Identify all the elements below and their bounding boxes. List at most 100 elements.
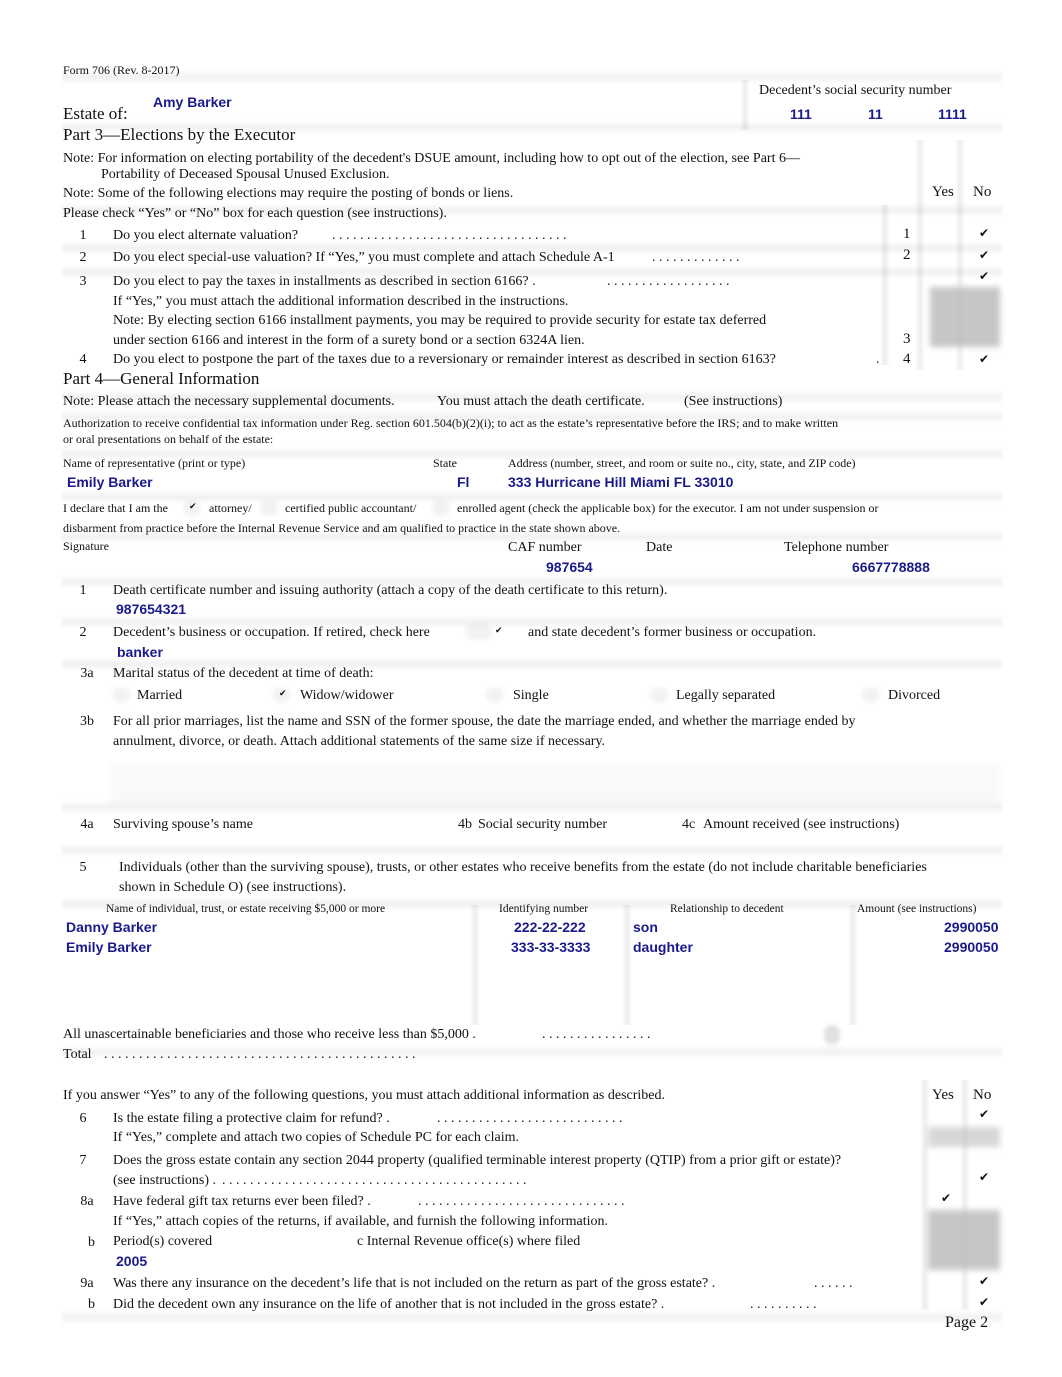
spouse-ssn-label: Social security number <box>478 817 608 832</box>
retired-checkbox[interactable]: ✔ <box>495 626 503 636</box>
state-label: State <box>433 456 457 470</box>
q9b-no-checkbox[interactable]: ✔ <box>979 1295 989 1309</box>
p4-q6-dots: . . . . . . . . . . . . . . . . . . . . … <box>437 1111 623 1126</box>
death-certificate-field[interactable]: 987654321 <box>116 601 186 617</box>
col-header-name: Name of individual, trust, or estate rec… <box>106 903 386 915</box>
p4-q2-number: 2 <box>79 625 87 640</box>
enrolled-agent-checkbox[interactable] <box>432 500 450 516</box>
beneficiary-id-field[interactable]: 333-33-3333 <box>511 939 590 955</box>
col-header-relationship: Relationship to decedent <box>670 903 784 915</box>
prior-marriages-textarea[interactable] <box>110 763 1000 803</box>
total-label: Total <box>63 1047 92 1062</box>
additional-intro: If you answer “Yes” to any of the follow… <box>63 1088 666 1103</box>
p4-q9a-dots: . . . . . . <box>814 1276 853 1291</box>
yes-column-header: Yes <box>932 184 954 200</box>
beneficiary-relationship-field[interactable]: son <box>633 919 658 935</box>
col-header-id: Identifying number <box>499 903 589 915</box>
legally-separated-checkbox[interactable] <box>650 687 668 703</box>
ssn-label: Decedent’s social security number <box>759 83 952 98</box>
single-checkbox[interactable] <box>486 687 504 703</box>
unascertainable-amount-field[interactable] <box>824 1025 840 1045</box>
p4-q9a-number: 9a <box>80 1276 94 1291</box>
cpa-checkbox[interactable] <box>260 500 278 516</box>
q6-no-checkbox[interactable]: ✔ <box>979 1107 989 1121</box>
ssn-part-1-field[interactable]: 111 <box>790 106 812 122</box>
p4-q1-text: Death certificate number and issuing aut… <box>113 583 668 598</box>
disabled-answer-box <box>928 1210 1000 1270</box>
p4-q8b-number: b <box>88 1235 95 1250</box>
p4-q8b-text: Period(s) covered <box>113 1234 213 1249</box>
rep-name-field[interactable]: Emily Barker <box>67 474 153 490</box>
estate-name-field[interactable]: Amy Barker <box>153 94 232 110</box>
married-checkbox[interactable] <box>112 687 130 703</box>
caf-field[interactable]: 987654 <box>546 559 593 575</box>
p4-q3b-number: 3b <box>80 714 94 729</box>
beneficiary-amount-field[interactable]: 2990050 <box>944 939 999 955</box>
total-dots: . . . . . . . . . . . . . . . . . . . . … <box>104 1047 416 1062</box>
state-field[interactable]: Fl <box>457 474 469 490</box>
q4-leader-dots: . <box>876 352 880 367</box>
part4-note-a: Note: Please attach the necessary supple… <box>63 394 395 409</box>
auth-line1: Authorization to receive confidential ta… <box>63 416 839 430</box>
p4-q5-line1: Individuals (other than the surviving sp… <box>119 860 927 875</box>
address-field[interactable]: 333 Hurricane Hill Miami FL 33010 <box>508 474 733 490</box>
enrolled-agent-label: enrolled agent (check the applicable box… <box>457 501 879 515</box>
ssn-part-2-field[interactable]: 11 <box>868 106 883 122</box>
q2-no-checkbox[interactable]: ✔ <box>979 248 989 262</box>
ssn-part-3-field[interactable]: 1111 <box>938 106 967 122</box>
q1-number: 1 <box>79 228 87 243</box>
p4-q2-text-b: and state decedent’s former business or … <box>528 625 817 640</box>
spouse-name-label: Surviving spouse’s name <box>113 817 253 832</box>
divorced-checkbox[interactable] <box>862 687 880 703</box>
p4-q8c-text: c Internal Revenue office(s) where filed <box>357 1234 581 1249</box>
q9a-no-checkbox[interactable]: ✔ <box>979 1274 989 1288</box>
p4-q5-line2: shown in Schedule O) (see instructions). <box>119 880 347 895</box>
attorney-checkbox[interactable]: ✔ <box>189 502 197 512</box>
col-header-amount: Amount (see instructions) <box>857 903 977 915</box>
spouse-amount-field[interactable] <box>680 836 1000 850</box>
p4-q6-sub: If “Yes,” complete and attach two copies… <box>113 1130 519 1145</box>
disabled-answer-box <box>928 1127 1000 1147</box>
occupation-field[interactable]: banker <box>117 644 163 660</box>
p4-q8a-sub: If “Yes,” attach copies of the returns, … <box>113 1214 609 1229</box>
shade-band <box>62 70 1002 84</box>
part3-title: Part 3—Elections by the Executor <box>63 125 296 144</box>
widow-label: Widow/widower <box>300 688 394 703</box>
shade-col <box>960 1080 970 1310</box>
q4-no-checkbox[interactable]: ✔ <box>979 352 989 366</box>
period-covered-field[interactable]: 2005 <box>116 1253 147 1269</box>
beneficiary-name-field[interactable]: Danny Barker <box>66 919 157 935</box>
beneficiary-amount-field[interactable]: 2990050 <box>944 919 999 935</box>
beneficiary-name-field[interactable]: Emily Barker <box>66 939 152 955</box>
q2-leader-dots: . . . . . . . . . . . . . <box>652 250 740 265</box>
shade-col <box>740 80 750 130</box>
q1-no-checkbox[interactable]: ✔ <box>979 226 989 240</box>
q3-number: 3 <box>79 274 87 289</box>
q3-no-checkbox[interactable]: ✔ <box>979 269 989 283</box>
signature-label: Signature <box>63 539 109 553</box>
spouse-ssn-field[interactable] <box>455 836 675 850</box>
p4-q8a-dots: . . . . . . . . . . . . . . . . . . . . … <box>418 1194 625 1209</box>
legally-separated-label: Legally separated <box>676 688 776 703</box>
phone-field[interactable]: 6667778888 <box>852 559 930 575</box>
q4-number: 4 <box>79 352 87 367</box>
form-id: Form 706 (Rev. 8-2017) <box>63 63 180 77</box>
shade-col <box>622 905 632 1025</box>
p4-q3b-line2: annulment, divorce, or death. Attach add… <box>113 734 606 749</box>
p4-q2-text-a: Decedent’s business or occupation. If re… <box>113 625 430 640</box>
q3-sub2: Note: By electing section 6166 installme… <box>113 313 767 328</box>
beneficiary-relationship-field[interactable]: daughter <box>633 939 693 955</box>
beneficiary-id-field[interactable]: 222-22-222 <box>514 919 586 935</box>
p4-q7-dots: . . . . . . . . . . . . . . . . . . . . … <box>222 1173 527 1188</box>
q1-line-number: 1 <box>903 226 911 242</box>
q4-text: Do you elect to postpone the part of the… <box>113 352 776 367</box>
date-label: Date <box>646 540 673 555</box>
caf-label: CAF number <box>508 540 582 555</box>
spouse-name-field[interactable] <box>110 836 450 850</box>
declare-line2: disbarment from practice before the Inte… <box>63 521 621 535</box>
widow-checkbox[interactable]: ✔ <box>279 689 287 699</box>
q8a-yes-checkbox[interactable]: ✔ <box>941 1191 951 1205</box>
q7-no-checkbox[interactable]: ✔ <box>979 1170 989 1184</box>
p4-q9b-dots: . . . . . . . . . . <box>750 1297 817 1312</box>
shade-col <box>470 905 480 1025</box>
